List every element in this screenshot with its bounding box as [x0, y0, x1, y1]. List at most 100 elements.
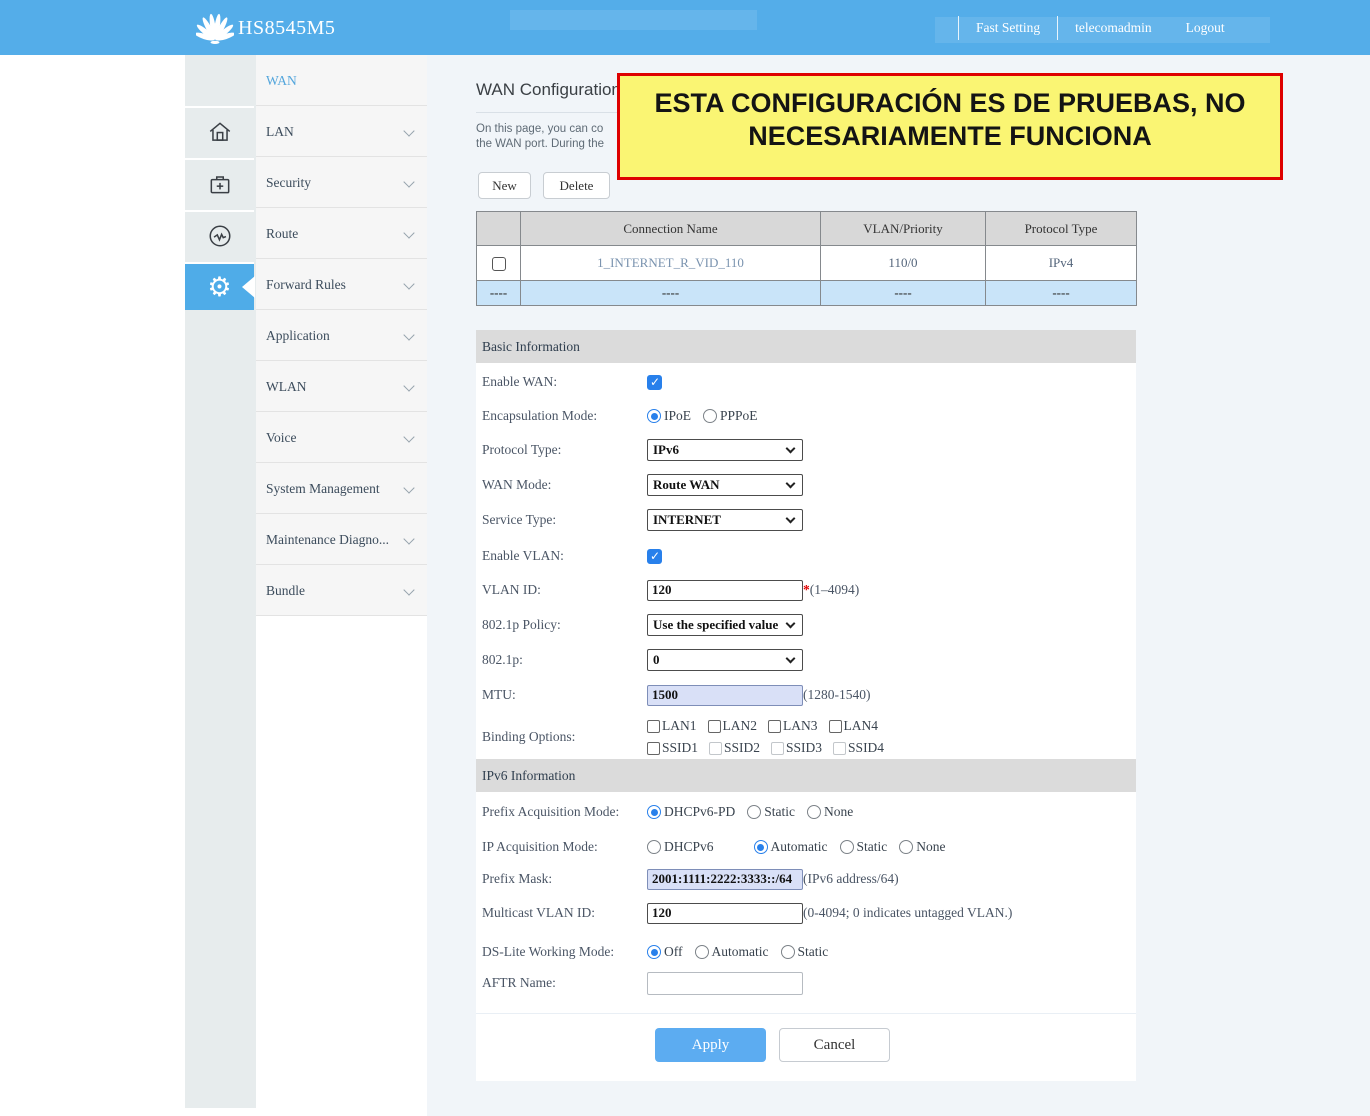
- checkbox-label: LAN1: [662, 718, 697, 734]
- field-label: MTU:: [482, 687, 647, 703]
- sidebar-item-forward-rules[interactable]: Forward Rules: [256, 259, 427, 310]
- wan-config-form: Basic Information Enable WAN: Encapsulat…: [476, 330, 1136, 1081]
- sidebar-item-application[interactable]: Application: [256, 310, 427, 361]
- field-hint: (0-4094; 0 indicates untagged VLAN.): [803, 905, 1012, 921]
- lan2-checkbox[interactable]: [708, 720, 721, 733]
- field-label: IP Acquisition Mode:: [482, 839, 647, 855]
- sidebar-item-label: Application: [266, 328, 330, 343]
- vlan-priority-value: 110/0: [821, 246, 986, 281]
- rail-tab-settings[interactable]: ⚙: [185, 262, 254, 310]
- dot1p-policy-select[interactable]: Use the specified value: [647, 614, 803, 636]
- prefix-acquisition-row: Prefix Acquisition Mode: DHCPv6-PD Stati…: [482, 800, 865, 824]
- vlan-id-input[interactable]: [647, 580, 803, 601]
- lan1-checkbox[interactable]: [647, 720, 660, 733]
- ssid1-checkbox[interactable]: [647, 742, 660, 755]
- checkbox-label: LAN3: [783, 718, 818, 734]
- sidebar-item-label: Maintenance Diagno...: [266, 532, 389, 547]
- chevron-down-icon: [403, 125, 414, 136]
- pppoe-radio[interactable]: [703, 409, 717, 423]
- column-header-vlan-priority: VLAN/Priority: [821, 212, 986, 246]
- column-header-protocol-type: Protocol Type: [986, 212, 1137, 246]
- dhcpv6-pd-radio[interactable]: [647, 805, 661, 819]
- table-row-selected[interactable]: ---- ---- ---- ----: [477, 281, 1137, 306]
- field-label: Prefix Acquisition Mode:: [482, 804, 647, 820]
- ssid2-checkbox[interactable]: [709, 742, 722, 755]
- cancel-button[interactable]: Cancel: [779, 1028, 890, 1062]
- ipoe-radio[interactable]: [647, 409, 661, 423]
- apply-button[interactable]: Apply: [655, 1028, 766, 1062]
- field-label: Binding Options:: [482, 729, 647, 745]
- chevron-down-icon: [403, 176, 414, 187]
- sidebar-item-lan[interactable]: LAN: [256, 106, 427, 157]
- table-row: 1_INTERNET_R_VID_110 110/0 IPv4: [477, 246, 1137, 281]
- connection-name-link[interactable]: 1_INTERNET_R_VID_110: [521, 246, 821, 281]
- ip-automatic-radio[interactable]: [754, 840, 768, 854]
- ssid3-checkbox[interactable]: [771, 742, 784, 755]
- dslite-mode-row: DS-Lite Working Mode: Off Automatic Stat…: [482, 940, 840, 964]
- prefix-mask-input[interactable]: [647, 869, 803, 890]
- sidebar-item-wan[interactable]: WAN: [256, 55, 427, 106]
- dot1p-select[interactable]: 0: [647, 649, 803, 671]
- prefix-none-radio[interactable]: [807, 805, 821, 819]
- chevron-down-icon: [403, 329, 414, 340]
- radio-label: PPPoE: [720, 408, 758, 424]
- sidebar-item-voice[interactable]: Voice: [256, 412, 427, 463]
- rail-tab-home[interactable]: [185, 106, 254, 156]
- new-button[interactable]: New: [478, 172, 531, 199]
- sidebar-item-system-management[interactable]: System Management: [256, 463, 427, 514]
- sidebar-item-route[interactable]: Route: [256, 208, 427, 259]
- dslite-automatic-radio[interactable]: [695, 945, 709, 959]
- wan-mode-select[interactable]: Route WAN: [647, 474, 803, 496]
- field-hint: (1–4094): [810, 582, 860, 598]
- ip-none-radio[interactable]: [899, 840, 913, 854]
- username-link[interactable]: telecomadmin: [1058, 20, 1168, 36]
- enable-vlan-row: Enable VLAN:: [482, 544, 662, 568]
- encapsulation-mode-row: Encapsulation Mode: IPoE PPPoE: [482, 404, 770, 428]
- rail-tab-status[interactable]: [185, 210, 254, 260]
- ipv6-information-header: IPv6 Information: [476, 759, 1136, 792]
- sidebar-item-label: WLAN: [266, 379, 307, 394]
- ip-static-radio[interactable]: [840, 840, 854, 854]
- gear-icon: ⚙: [207, 274, 231, 301]
- dslite-static-radio[interactable]: [781, 945, 795, 959]
- test-warning-annotation: ESTA CONFIGURACIÓN ES DE PRUEBAS, NO NEC…: [617, 73, 1283, 180]
- logout-link[interactable]: Logout: [1169, 20, 1242, 36]
- ssid4-checkbox[interactable]: [833, 742, 846, 755]
- delete-button[interactable]: Delete: [543, 172, 610, 199]
- lan4-checkbox[interactable]: [829, 720, 842, 733]
- enable-wan-checkbox[interactable]: [647, 375, 662, 390]
- vlan-id-row: VLAN ID: * (1–4094): [482, 578, 859, 602]
- fast-setting-link[interactable]: Fast Setting: [959, 20, 1057, 36]
- sidebar-item-bundle[interactable]: Bundle: [256, 565, 427, 616]
- chevron-down-icon: [786, 514, 796, 524]
- sidebar-item-security[interactable]: Security: [256, 157, 427, 208]
- service-type-select[interactable]: INTERNET: [647, 509, 803, 531]
- sidebar-item-label: Voice: [266, 430, 297, 445]
- mtu-input[interactable]: [647, 685, 803, 706]
- rail-tab-maintenance[interactable]: [185, 158, 254, 208]
- dslite-off-radio[interactable]: [647, 945, 661, 959]
- row-select-checkbox[interactable]: [492, 257, 506, 271]
- aftr-name-input[interactable]: [647, 972, 803, 995]
- ip-acquisition-row: IP Acquisition Mode: DHCPv6 Automatic St…: [482, 835, 958, 859]
- multicast-vlan-input[interactable]: [647, 903, 803, 924]
- enable-vlan-checkbox[interactable]: [647, 549, 662, 564]
- placeholder-cell: ----: [986, 281, 1137, 306]
- annotation-line: NECESARIAMENTE FUNCIONA: [748, 120, 1152, 153]
- chevron-down-icon: [403, 380, 414, 391]
- dhcpv6-radio[interactable]: [647, 840, 661, 854]
- radio-label: IPoE: [664, 408, 691, 424]
- field-label: Enable VLAN:: [482, 548, 647, 564]
- radio-label: Static: [764, 804, 795, 820]
- sidebar-item-wlan[interactable]: WLAN: [256, 361, 427, 412]
- lan3-checkbox[interactable]: [768, 720, 781, 733]
- chevron-down-icon: [403, 584, 414, 595]
- protocol-type-select[interactable]: IPv6: [647, 439, 803, 461]
- home-icon: [207, 119, 233, 145]
- prefix-static-radio[interactable]: [747, 805, 761, 819]
- field-label: Encapsulation Mode:: [482, 408, 647, 424]
- chevron-down-icon: [403, 482, 414, 493]
- sidebar-item-maintenance-diagnosis[interactable]: Maintenance Diagno...: [256, 514, 427, 565]
- chevron-down-icon: [786, 619, 796, 629]
- field-hint: (IPv6 address/64): [803, 871, 899, 887]
